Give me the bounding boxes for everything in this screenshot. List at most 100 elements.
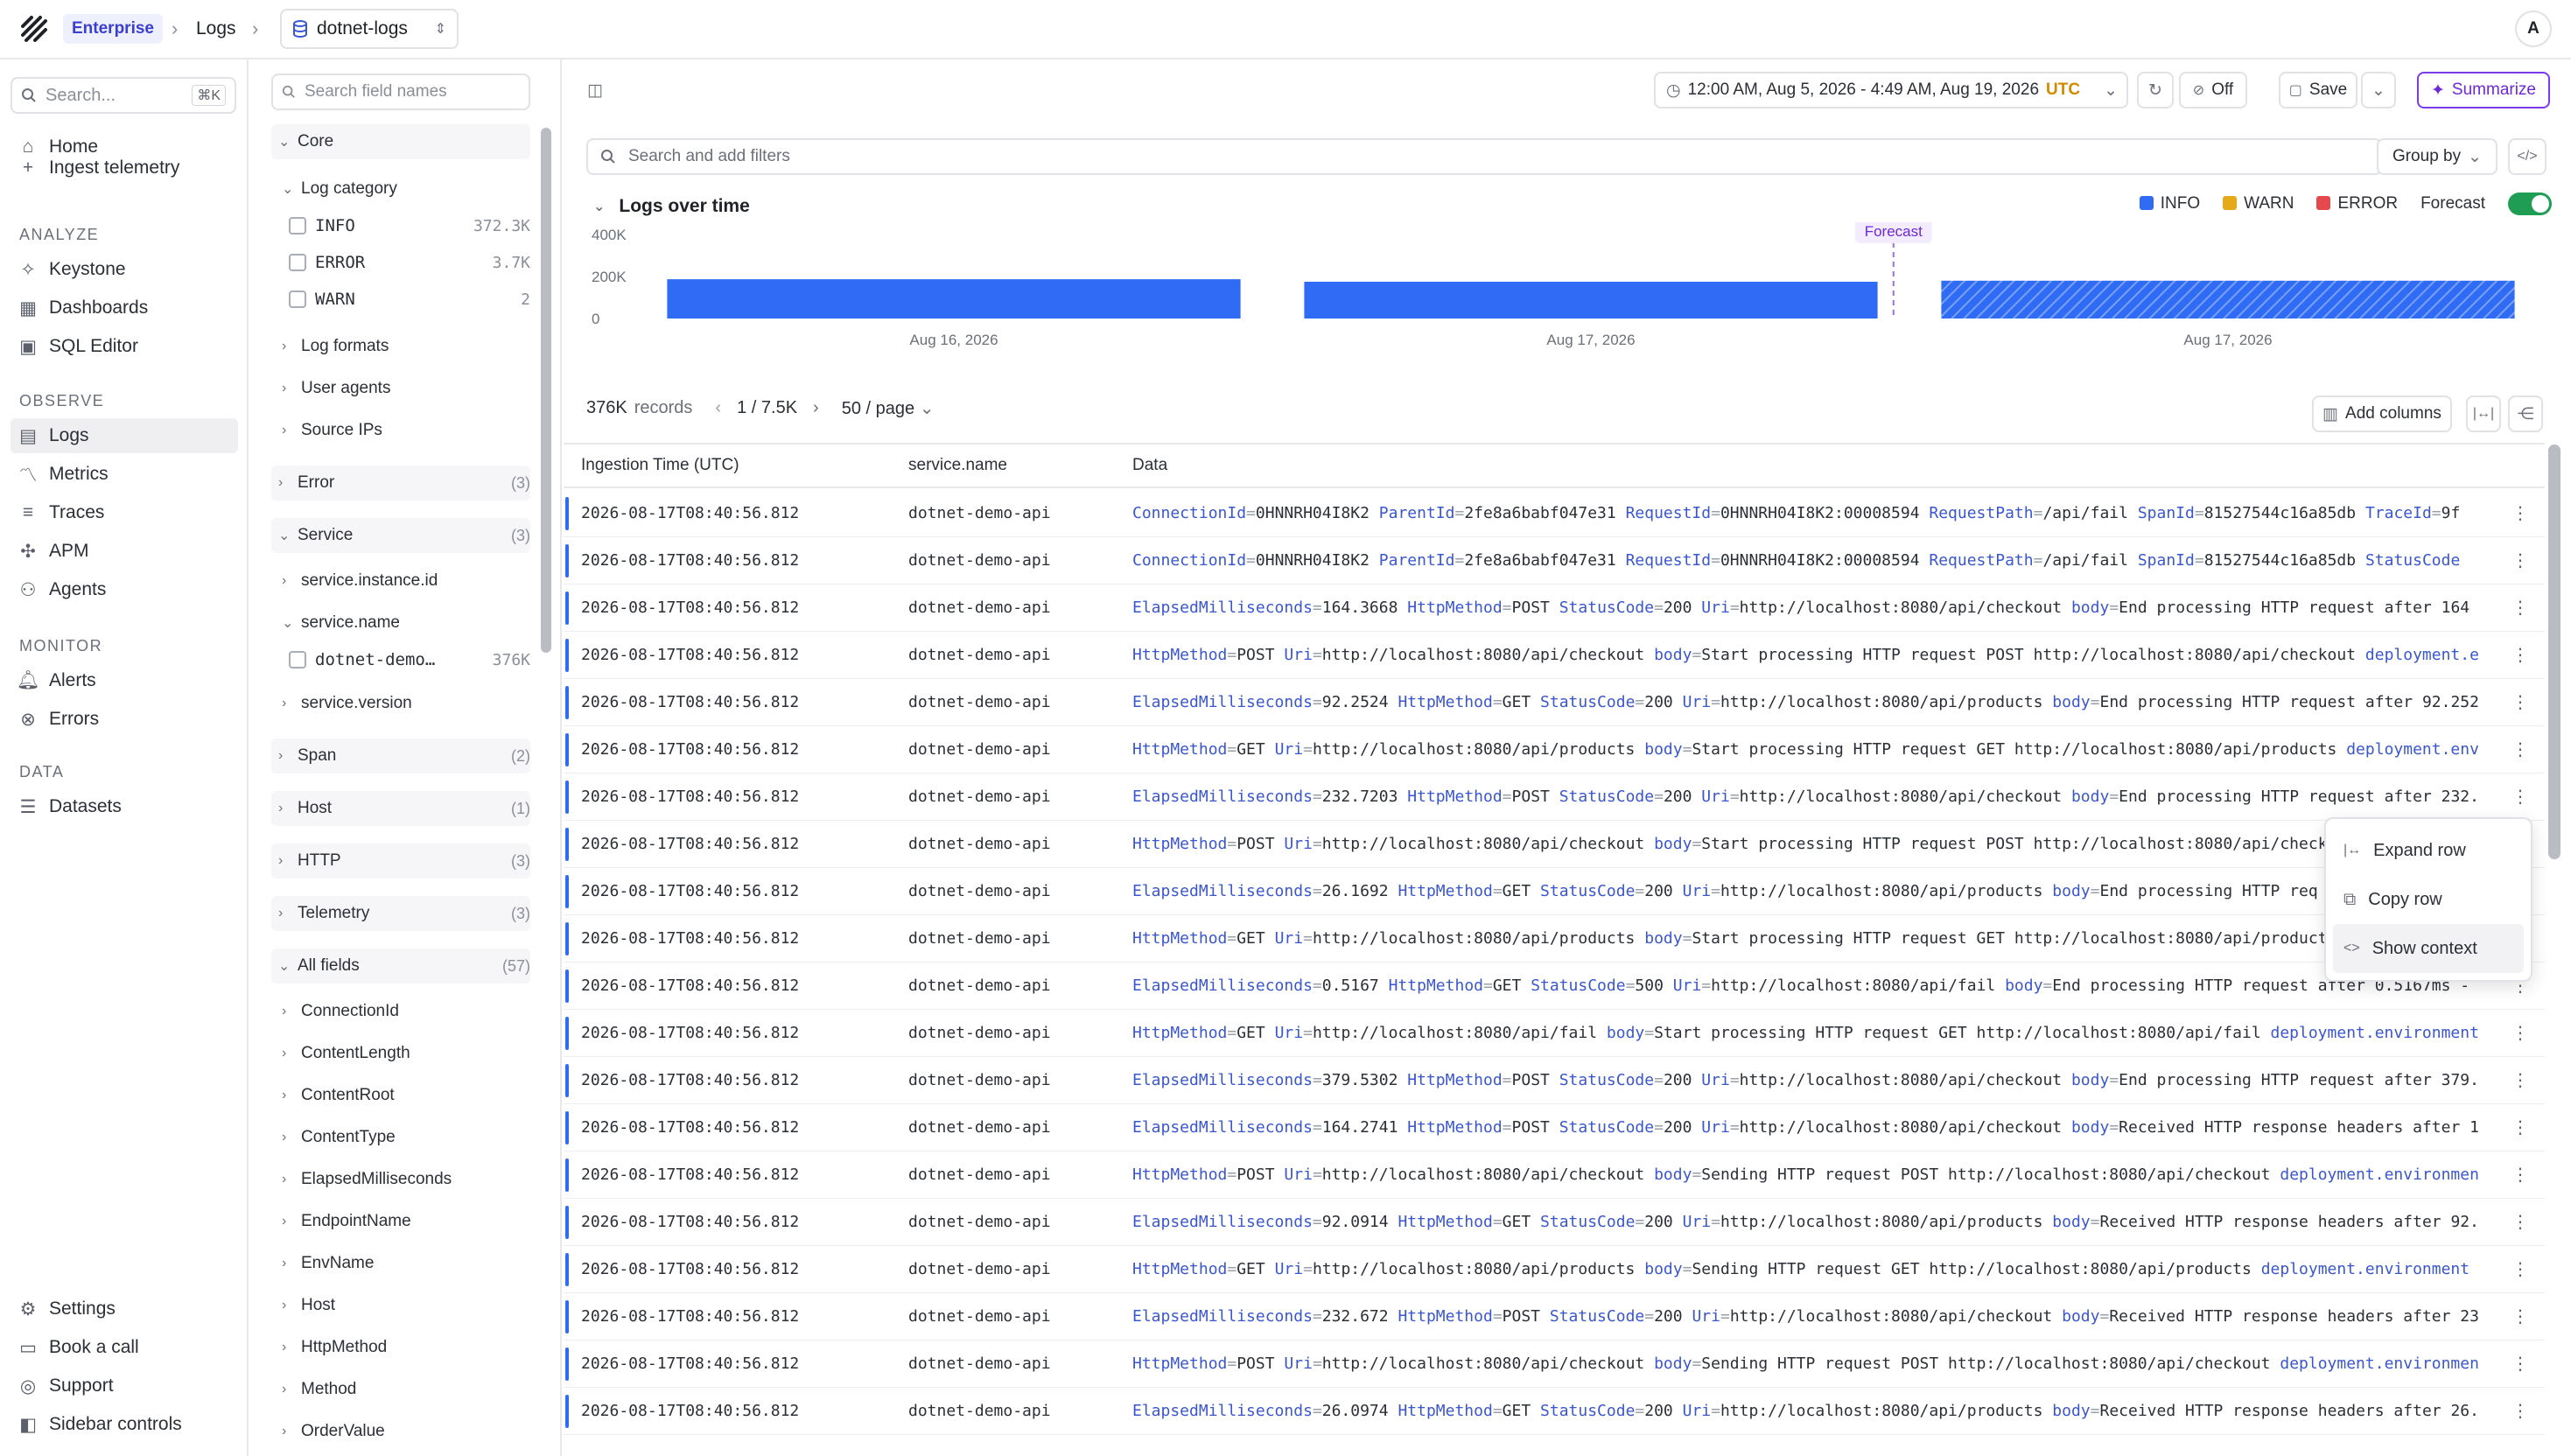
table-row[interactable]: 2026-08-17T08:40:56.812 dotnet-demo-api El… <box>564 868 2545 915</box>
data-key[interactable]: HttpMethod <box>1389 976 1483 995</box>
table-row[interactable]: 2026-08-17T08:40:56.812 dotnet-demo-api El… <box>564 1293 2545 1340</box>
table-row[interactable]: 2026-08-17T08:40:56.812 dotnet-demo-api El… <box>564 584 2545 632</box>
table-row[interactable]: 2026-08-17T08:40:56.812 dotnet-demo-api El… <box>564 1057 2545 1104</box>
field-value-dotnet-demo[interactable]: dotnet-demo… 376K <box>289 642 530 677</box>
data-key[interactable]: RequestId <box>1626 504 1712 522</box>
column-header-service-name[interactable]: service.name <box>908 456 1007 475</box>
data-key[interactable]: Uri <box>1275 1024 1304 1042</box>
breadcrumb-logs[interactable]: Logs <box>196 16 236 42</box>
data-key[interactable]: body <box>1644 929 1682 948</box>
data-key[interactable]: ParentId <box>1379 551 1455 570</box>
data-key[interactable]: HttpMethod <box>1132 929 1227 948</box>
per-page-select[interactable]: 50 / page ⌄ <box>842 397 935 419</box>
summarize-button[interactable]: ✦ Summarize <box>2417 72 2550 108</box>
sidebar-item-metrics[interactable]: 〽 Metrics <box>11 457 238 492</box>
data-key[interactable]: SpanId <box>2138 551 2195 570</box>
data-key[interactable]: HttpMethod <box>1132 835 1227 853</box>
sidebar-item-settings[interactable]: ⚙ Settings <box>11 1292 238 1326</box>
data-key[interactable]: body <box>2071 788 2109 806</box>
data-key[interactable]: Uri <box>1701 788 1730 806</box>
field-item[interactable]: › ConnectionId <box>282 994 530 1029</box>
sidebar-item-apm[interactable]: ✣ APM <box>11 534 238 569</box>
field-item[interactable]: › Host <box>282 1288 530 1323</box>
field-group-span[interactable]: › Span (2) <box>271 738 530 774</box>
data-key[interactable]: HttpMethod <box>1132 1260 1227 1278</box>
sidebar-item-book-a-call[interactable]: ▭ Book a call <box>11 1330 238 1365</box>
data-key[interactable]: deployment.e <box>2365 646 2479 664</box>
field-search-input[interactable]: Search field names <box>271 74 530 110</box>
row-menu-icon[interactable]: ⋮ <box>2511 1164 2529 1186</box>
data-key[interactable]: Uri <box>1683 1402 1712 1420</box>
row-menu-icon[interactable]: ⋮ <box>2511 1353 2529 1375</box>
row-menu-icon[interactable]: ⋮ <box>2511 1116 2529 1138</box>
data-key[interactable]: StatusCode <box>1540 1213 1635 1231</box>
data-key[interactable]: Uri <box>1275 740 1304 759</box>
data-key[interactable]: HttpMethod <box>1132 646 1227 664</box>
table-row[interactable]: 2026-08-17T08:40:56.812 dotnet-demo-api El… <box>564 962 2545 1010</box>
refresh-button[interactable]: ↻ <box>2137 72 2174 108</box>
data-key[interactable]: HttpMethod <box>1398 1402 1492 1420</box>
checkbox[interactable] <box>289 217 306 234</box>
data-key[interactable]: RequestPath <box>1929 551 2033 570</box>
data-key[interactable]: ElapsedMilliseconds <box>1132 788 1313 806</box>
field-group-host[interactable]: › Host (1) <box>271 791 530 826</box>
data-key[interactable]: Uri <box>1701 598 1730 617</box>
field-source-ips[interactable]: › Source IPs <box>282 413 530 448</box>
data-key[interactable]: HttpMethod <box>1407 598 1502 617</box>
row-menu-icon[interactable]: ⋮ <box>2511 1306 2529 1327</box>
org-badge[interactable]: Enterprise <box>63 14 163 44</box>
data-key[interactable]: StatusCode <box>1540 882 1635 900</box>
data-key[interactable]: RequestPath <box>1929 504 2033 522</box>
data-key[interactable]: body <box>1644 1260 1682 1278</box>
data-key[interactable]: Uri <box>1275 1260 1304 1278</box>
field-item[interactable]: › OrderValue <box>282 1414 530 1449</box>
table-row[interactable]: 2026-08-17T08:40:56.812 dotnet-demo-api El… <box>564 1104 2545 1152</box>
time-range-picker[interactable]: ◷ 12:00 AM, Aug 5, 2026 - 4:49 AM, Aug 1… <box>1654 72 2128 108</box>
field-group-core[interactable]: ⌄ Core <box>271 124 530 159</box>
forecast-bar[interactable] <box>1941 280 2515 318</box>
legend-item-info[interactable]: INFO <box>2139 194 2200 214</box>
field-item[interactable]: › EndpointName <box>282 1204 530 1239</box>
data-key[interactable]: body <box>1607 1024 1644 1042</box>
data-key[interactable]: ElapsedMilliseconds <box>1132 1213 1313 1231</box>
nav-search-input[interactable]: Search... ⌘K <box>11 77 236 114</box>
row-menu-icon[interactable]: ⋮ <box>2511 691 2529 713</box>
dataset-selector[interactable]: dotnet-logs ⇕ <box>280 9 459 49</box>
table-row[interactable]: 2026-08-17T08:40:56.812 dotnet-demo-api Ht… <box>564 821 2545 868</box>
save-options-button[interactable]: ⌄ <box>2361 72 2396 108</box>
data-key[interactable]: Uri <box>1683 882 1712 900</box>
row-menu-icon[interactable]: ⋮ <box>2511 1400 2529 1422</box>
field-user-agents[interactable]: › User agents <box>282 371 530 406</box>
row-menu-icon[interactable]: ⋮ <box>2511 550 2529 571</box>
field-service-name[interactable]: ⌄ service.name <box>282 606 530 640</box>
data-key[interactable]: HttpMethod <box>1398 1307 1492 1326</box>
field-group-service[interactable]: ⌄ Service (3) <box>271 518 530 553</box>
data-key[interactable]: ElapsedMilliseconds <box>1132 1307 1313 1326</box>
row-menu-icon[interactable]: ⋮ <box>2511 786 2529 808</box>
forecast-toggle[interactable] <box>2508 192 2552 215</box>
row-menu-icon[interactable]: ⋮ <box>2511 644 2529 666</box>
add-columns-button[interactable]: ▥ Add columns <box>2312 396 2452 432</box>
field-log-category[interactable]: ⌄ Log category <box>282 172 530 206</box>
checkbox[interactable] <box>289 651 306 668</box>
field-value-warn[interactable]: WARN 2 <box>289 282 530 317</box>
menu-item-copy-row[interactable]: ⧉ Copy row <box>2333 875 2524 924</box>
column-header-data[interactable]: Data <box>1132 456 1167 475</box>
table-row[interactable]: 2026-08-17T08:40:56.812 dotnet-demo-api El… <box>564 1388 2545 1435</box>
row-menu-icon[interactable]: ⋮ <box>2511 1258 2529 1280</box>
field-service-instance-id[interactable]: › service.instance.id <box>282 564 530 598</box>
data-key[interactable]: Uri <box>1284 1354 1313 1373</box>
data-key[interactable]: Uri <box>1683 693 1712 711</box>
data-key[interactable]: HttpMethod <box>1398 882 1492 900</box>
data-key[interactable]: RequestId <box>1626 551 1712 570</box>
field-item[interactable]: › ElapsedMilliseconds <box>282 1162 530 1197</box>
data-key[interactable]: body <box>1654 1354 1692 1373</box>
data-key[interactable]: body <box>1654 646 1692 664</box>
data-key[interactable]: HttpMethod <box>1132 1166 1227 1184</box>
data-key[interactable]: deployment.environment <box>2271 1024 2479 1042</box>
data-key[interactable]: ElapsedMilliseconds <box>1132 1118 1313 1137</box>
data-key[interactable]: Uri <box>1275 929 1304 948</box>
sidebar-item-logs[interactable]: ▤ Logs <box>11 418 238 453</box>
field-group-error[interactable]: › Error (3) <box>271 466 530 500</box>
table-row[interactable]: 2026-08-17T08:40:56.812 dotnet-demo-api Ht… <box>564 726 2545 774</box>
